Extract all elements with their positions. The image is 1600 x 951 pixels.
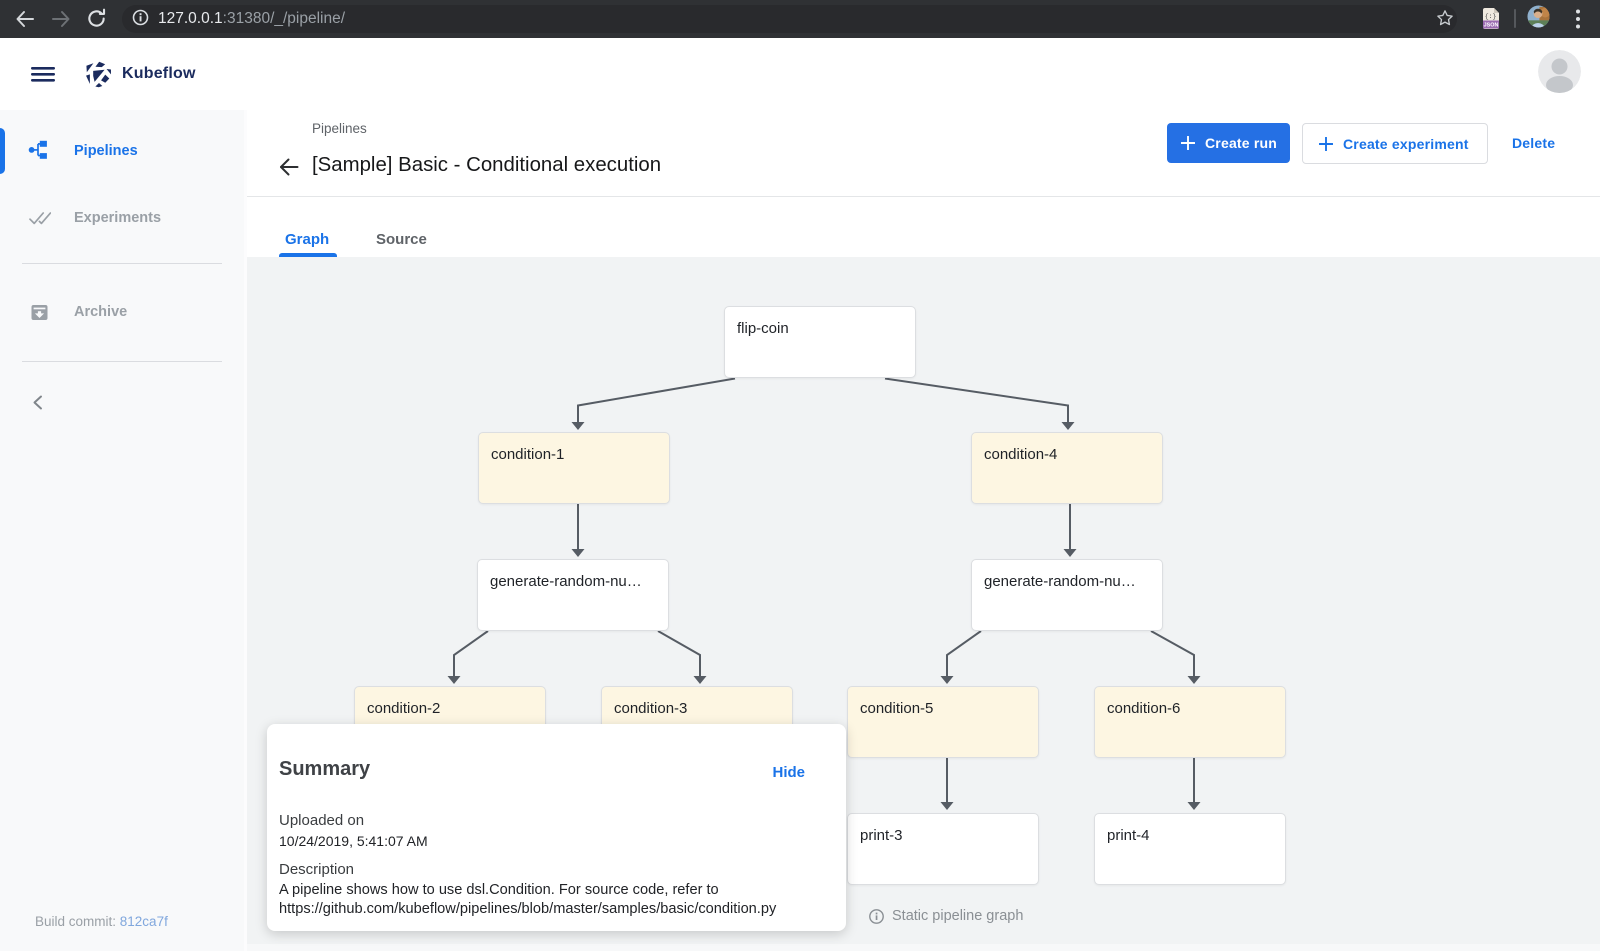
- svg-text:JSON: JSON: [1484, 23, 1499, 29]
- svg-text:{:}: {:}: [1485, 13, 1497, 20]
